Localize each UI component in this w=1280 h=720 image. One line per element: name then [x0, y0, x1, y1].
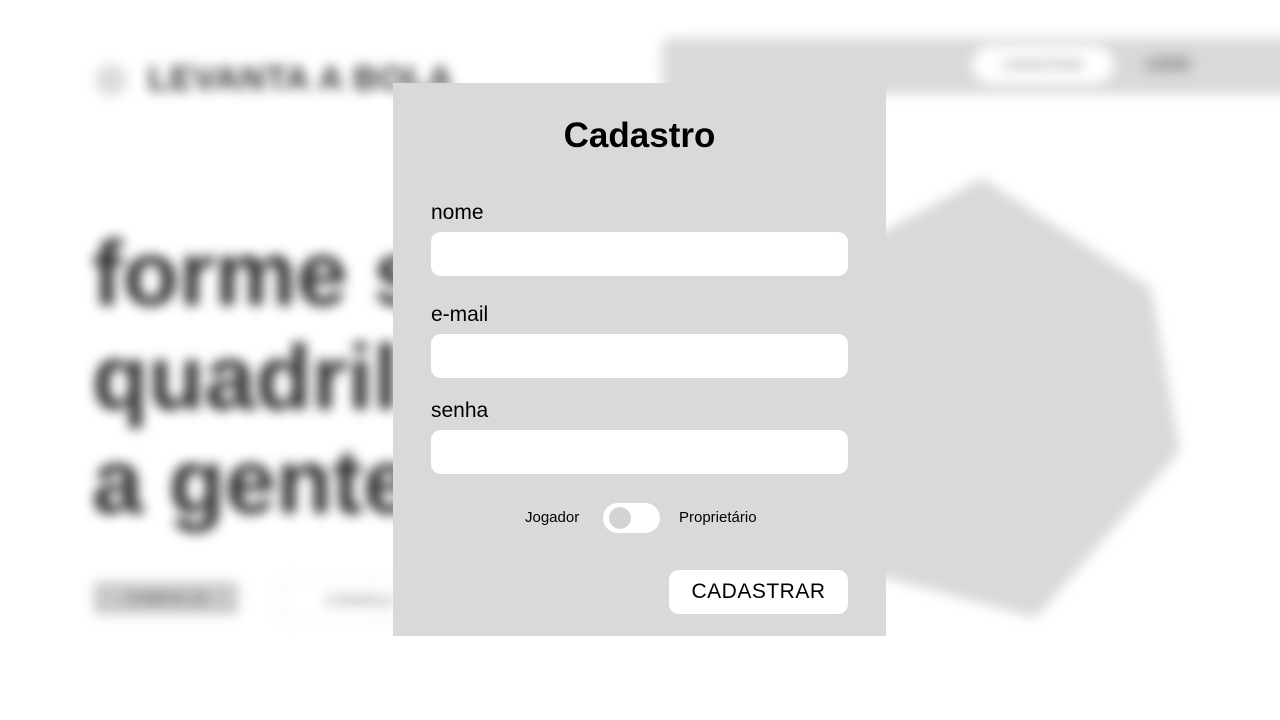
role-toggle-switch[interactable] — [603, 503, 660, 533]
password-label: senha — [431, 399, 489, 422]
name-input[interactable] — [431, 232, 848, 276]
toggle-knob — [609, 507, 631, 529]
hero-line: forme s — [92, 223, 425, 325]
hero-line: a gente — [92, 431, 415, 533]
hero-heading: forme s quadrill a gente — [92, 222, 424, 534]
hero-primary-button: COMECE JÁ — [94, 582, 238, 614]
submit-signup-button[interactable]: CADASTRAR — [669, 570, 848, 614]
nav-login-link: LOGIN — [1146, 54, 1190, 70]
email-label: e-mail — [431, 303, 489, 326]
hero-line: quadrill — [92, 327, 425, 429]
logo-icon — [95, 64, 127, 96]
modal-title: Cadastro — [563, 116, 716, 155]
role-toggle-row: Jogador Proprietário — [393, 503, 886, 533]
password-input[interactable] — [431, 430, 848, 474]
signup-modal: Cadastro nome e-mail senha Jogador Propr… — [393, 83, 886, 636]
email-input[interactable] — [431, 334, 848, 378]
nav-signup-button: CADASTRAR — [972, 46, 1114, 84]
role-owner-label: Proprietário — [679, 509, 757, 526]
role-player-label: Jogador — [525, 509, 580, 526]
name-label: nome — [431, 201, 484, 224]
